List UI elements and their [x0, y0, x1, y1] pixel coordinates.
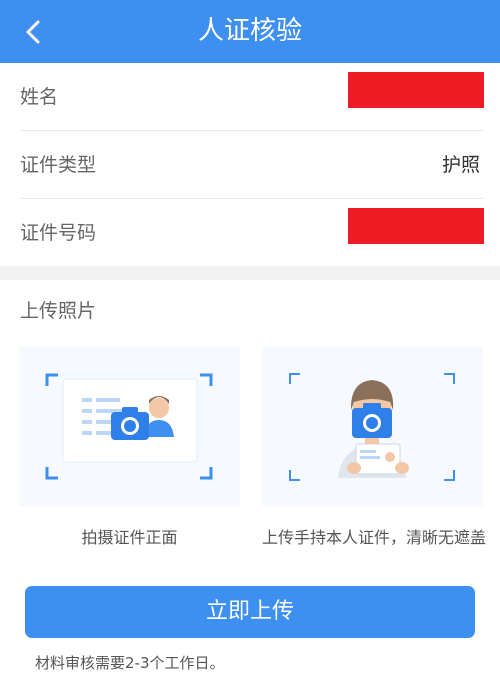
name-label: 姓名 — [20, 86, 59, 108]
upload-section-title: 上传照片 — [20, 300, 97, 322]
page-title: 人证核验 — [197, 16, 302, 46]
person-holding-id-camera-icon — [289, 373, 455, 481]
identity-form: 姓名 证件类型 护照 证件号码 — [0, 63, 500, 267]
app-header: 人证核验 — [0, 0, 500, 63]
id-front-caption: 拍摄证件正面 — [81, 528, 178, 547]
review-time-note: 材料审核需要2-3个工作日。 — [35, 654, 225, 672]
id-front-upload-card[interactable] — [19, 346, 240, 506]
id-card-camera-icon — [45, 373, 213, 480]
name-row[interactable]: 姓名 — [20, 63, 484, 131]
id-type-row[interactable]: 证件类型 护照 — [20, 131, 484, 199]
id-type-label: 证件类型 — [20, 154, 97, 176]
hand-held-id-caption: 上传手持本人证件，清晰无遮盖 — [261, 528, 486, 547]
id-number-row[interactable]: 证件号码 — [20, 199, 484, 267]
section-divider — [0, 266, 500, 280]
hand-held-id-upload-card[interactable] — [262, 346, 483, 506]
upload-now-button[interactable]: 立即上传 — [25, 586, 475, 638]
name-value-redacted — [348, 72, 484, 108]
id-number-value-redacted — [348, 208, 484, 244]
id-number-label: 证件号码 — [20, 222, 97, 244]
id-type-value[interactable]: 护照 — [442, 131, 480, 199]
